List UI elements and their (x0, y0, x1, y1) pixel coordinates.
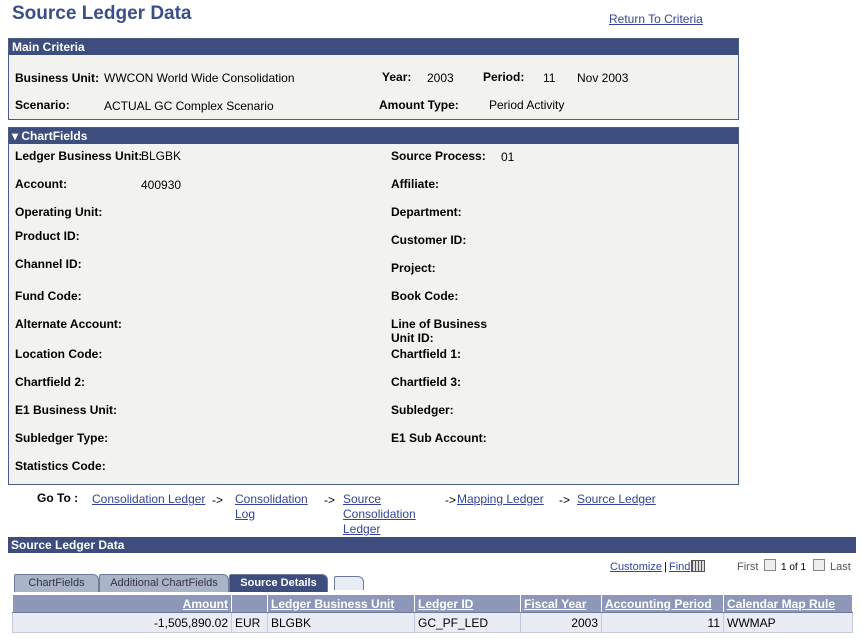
return-to-criteria-link[interactable]: Return To Criteria (609, 12, 703, 26)
goto-arrow-4: -> (559, 493, 571, 507)
year-value: 2003 (427, 71, 454, 85)
goto-consolidation-log-line1: Consolidation (235, 492, 308, 506)
affiliate-label: Affiliate: (391, 177, 439, 191)
main-criteria-group: Main Criteria Business Unit: WWCON World… (8, 38, 739, 120)
line-of-business-label-line2: Unit ID: (391, 331, 434, 345)
ledger-business-unit-value: BLGBK (141, 149, 182, 163)
col-ledger-business-unit[interactable]: Ledger Business Unit (267, 594, 415, 613)
goto-mapping-ledger-link[interactable]: Mapping Ledger (457, 492, 544, 507)
goto-arrow-2: -> (324, 493, 336, 507)
goto-source-consolidation-line3: Ledger (343, 522, 381, 536)
prev-arrow-icon[interactable] (764, 559, 776, 571)
subledger-type-label: Subledger Type: (15, 431, 109, 445)
cell-accounting-period: 11 (601, 612, 724, 633)
col-calendar-map-rule[interactable]: Calendar Map Rule (723, 594, 853, 613)
line-of-business-label-line1: Line of Business (391, 317, 488, 331)
business-unit-value: WWCON World Wide Consolidation (104, 71, 295, 85)
chartfields-group: ▾ ChartFields Ledger Business Unit: BLGB… (8, 127, 739, 485)
goto-consolidation-ledger-link[interactable]: Consolidation Ledger (92, 492, 205, 507)
chartfield-1-label: Chartfield 1: (391, 347, 462, 361)
cell-currency: EUR (231, 612, 268, 633)
alternate-account-label: Alternate Account: (15, 317, 122, 331)
goto-source-consolidation-line2: Consolidation (343, 507, 416, 521)
scenario-label: Scenario: (15, 98, 70, 112)
year-label: Year: (382, 70, 412, 84)
period-value: 11 (543, 71, 556, 85)
toolbar-separator: | (664, 561, 667, 573)
row-range: 1 of 1 (781, 562, 807, 573)
ledger-business-unit-label: Ledger Business Unit: (15, 149, 143, 163)
goto-source-consolidation-ledger-link[interactable]: Source Consolidation Ledger (343, 492, 416, 537)
account-label: Account: (15, 177, 67, 191)
book-code-label: Book Code: (391, 289, 459, 303)
line-of-business-label: Line of Business Unit ID: (391, 317, 487, 345)
operating-unit-label: Operating Unit: (15, 205, 103, 219)
project-label: Project: (391, 261, 436, 275)
source-process-label: Source Process: (391, 149, 486, 163)
table-row: -1,505,890.02 EUR BLGBK GC_PF_LED 2003 1… (12, 612, 853, 633)
find-link[interactable]: Find (669, 561, 690, 573)
col-accounting-period[interactable]: Accounting Period (601, 594, 724, 613)
source-ledger-table: Amount Ledger Business Unit Ledger ID Fi… (12, 594, 853, 633)
cell-ledger-business-unit: BLGBK (267, 612, 415, 633)
goto-consolidation-log-link[interactable]: Consolidation Log (235, 492, 308, 522)
period-label: Period: (483, 70, 525, 84)
cell-ledger-id: GC_PF_LED (414, 612, 521, 633)
e1-sub-account-label: E1 Sub Account: (391, 431, 487, 445)
main-criteria-header: Main Criteria (9, 39, 738, 55)
cell-calendar-map-rule: WWMAP (723, 612, 853, 633)
statistics-code-label: Statistics Code: (15, 459, 106, 473)
download-icon[interactable] (691, 560, 705, 572)
col-fiscal-year[interactable]: Fiscal Year (520, 594, 602, 613)
show-all-columns-icon[interactable] (334, 576, 364, 590)
table-header-row: Amount Ledger Business Unit Ledger ID Fi… (12, 594, 853, 613)
goto-source-consolidation-line1: Source (343, 492, 382, 506)
col-amount[interactable]: Amount (12, 594, 232, 613)
chartfield-2-label: Chartfield 2: (15, 375, 86, 389)
grid-toolbar: Customize | Find First 1 of 1 Last (8, 553, 856, 575)
col-currency (231, 594, 268, 613)
e1-business-unit-label: E1 Business Unit: (15, 403, 118, 417)
account-value: 400930 (141, 178, 182, 192)
goto-source-ledger-link[interactable]: Source Ledger (577, 492, 656, 507)
scenario-value: ACTUAL GC Complex Scenario (104, 99, 274, 113)
chartfields-header[interactable]: ▾ ChartFields (9, 128, 738, 144)
first-label[interactable]: First (737, 561, 758, 573)
cell-amount: -1,505,890.02 (12, 612, 232, 633)
chartfield-3-label: Chartfield 3: (391, 375, 462, 389)
business-unit-label: Business Unit: (15, 71, 100, 85)
goto-consolidation-log-line2: Log (235, 507, 256, 521)
subledger-label: Subledger: (391, 403, 454, 417)
department-label: Department: (391, 205, 462, 219)
col-ledger-id[interactable]: Ledger ID (414, 594, 521, 613)
amount-type-label: Amount Type: (379, 98, 459, 112)
tab-source-details[interactable]: Source Details (229, 574, 328, 592)
period-description: Nov 2003 (577, 71, 629, 85)
amount-type-value: Period Activity (489, 98, 565, 112)
page-title: Source Ledger Data (12, 3, 192, 24)
goto-arrow-1: -> (212, 493, 224, 507)
goto-arrow-3: -> (445, 493, 457, 507)
tab-additional-chartfields[interactable]: Additional ChartFields (99, 574, 229, 592)
cell-fiscal-year: 2003 (520, 612, 602, 633)
source-process-value: 01 (501, 150, 515, 164)
last-label[interactable]: Last (830, 561, 851, 573)
customer-id-label: Customer ID: (391, 233, 467, 247)
product-id-label: Product ID: (15, 229, 80, 243)
next-arrow-icon[interactable] (813, 559, 825, 571)
channel-id-label: Channel ID: (15, 257, 82, 271)
goto-label: Go To : (37, 491, 79, 505)
location-code-label: Location Code: (15, 347, 103, 361)
grid-title: Source Ledger Data (8, 537, 856, 553)
fund-code-label: Fund Code: (15, 289, 82, 303)
customize-link[interactable]: Customize (610, 561, 662, 573)
tab-chartfields[interactable]: ChartFields (14, 574, 99, 592)
